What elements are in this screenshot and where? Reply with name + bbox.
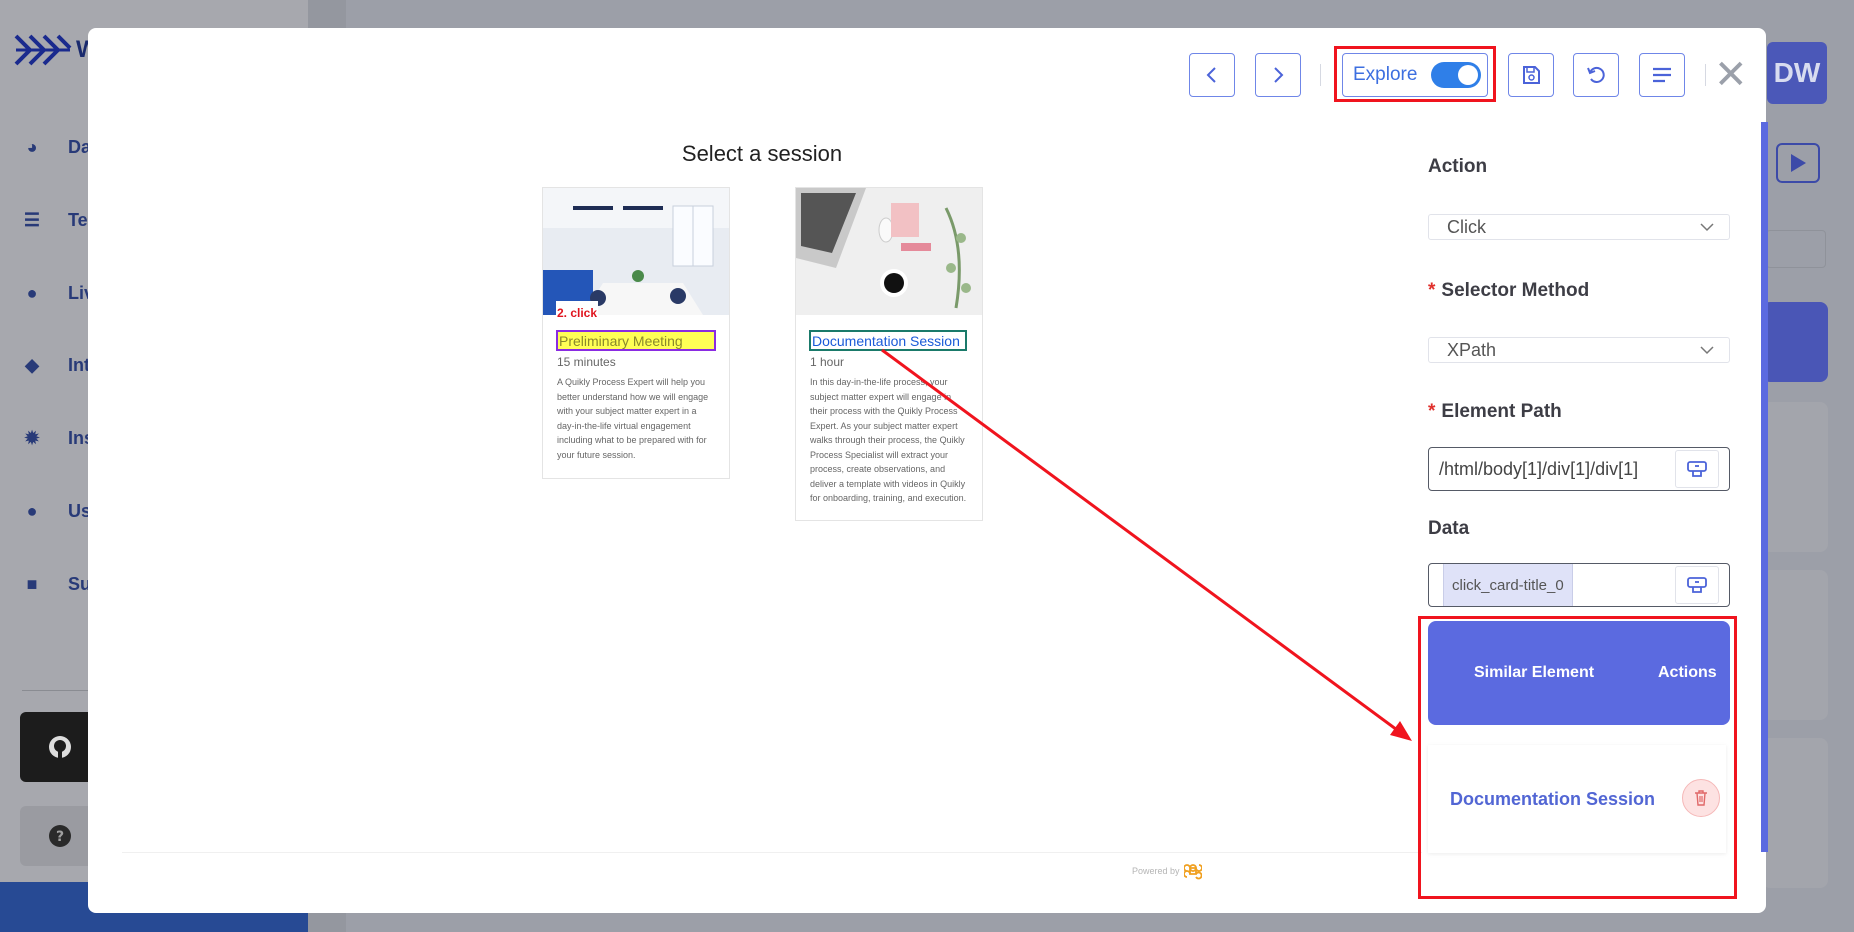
lightbulb-icon: ●	[26, 282, 38, 303]
data-field[interactable]: click_card-title_0	[1428, 563, 1730, 607]
page-title: Select a session	[681, 141, 843, 166]
reset-button[interactable]	[1573, 53, 1619, 97]
chevron-left-icon	[1206, 67, 1216, 83]
help-icon: ?	[49, 825, 71, 847]
desk-laptop-image	[796, 188, 982, 315]
action-label: Action	[1428, 156, 1488, 177]
selector-method-select[interactable]: XPath	[1428, 337, 1730, 363]
selector-method-label: * Selector Method	[1428, 280, 1590, 301]
element-path-value[interactable]: /html/body[1]/div[1]/div[1]	[1429, 459, 1677, 480]
delete-button[interactable]	[1682, 779, 1720, 817]
meeting-room-image	[543, 188, 729, 315]
explore-label: Explore	[1353, 64, 1418, 85]
required-marker: *	[1428, 401, 1436, 422]
data-tag[interactable]: click_card-title_0	[1443, 564, 1573, 606]
card-description: In this day-in-the-life process, your su…	[810, 377, 967, 503]
pick-element-icon	[1687, 461, 1707, 477]
background-card	[1762, 402, 1828, 552]
briefcase-icon: ■	[26, 573, 38, 594]
card-duration: 15 minutes	[557, 355, 616, 369]
element-path-label: * Element Path	[1428, 401, 1562, 422]
cube-icon: ◆	[25, 354, 39, 375]
card-duration: 1 hour	[810, 355, 845, 369]
element-picker-button[interactable]	[1675, 450, 1719, 488]
actions-column: Actions	[1658, 664, 1717, 681]
background-card	[1762, 738, 1828, 888]
similar-element-text: Documentation Session	[1450, 788, 1656, 809]
chevron-down-icon	[1700, 346, 1714, 355]
avatar[interactable]: DW	[1767, 42, 1827, 104]
page-footer-divider	[122, 852, 1422, 853]
card-description: A Quikly Process Expert will help you be…	[557, 377, 709, 460]
close-icon[interactable]: ✕	[1714, 55, 1748, 95]
similar-elements-header: Similar Element Actions	[1428, 621, 1730, 725]
powered-by: Powered by	[1132, 862, 1202, 880]
card-title-documentation[interactable]: Documentation Session	[809, 330, 967, 351]
command-logo-icon	[1183, 864, 1202, 880]
list-icon: ☰	[23, 209, 41, 230]
card-title-preliminary[interactable]: Preliminary Meeting	[556, 330, 716, 351]
sidebar-divider	[22, 690, 92, 691]
align-lines-icon	[1653, 67, 1671, 83]
save-button[interactable]	[1508, 53, 1554, 97]
pick-element-icon	[1687, 577, 1707, 593]
chevron-right-icon	[1274, 67, 1284, 83]
steps-menu-button[interactable]	[1639, 53, 1685, 97]
explore-switch[interactable]	[1431, 62, 1482, 88]
required-marker: *	[1428, 280, 1436, 301]
github-icon	[49, 736, 71, 758]
trash-icon	[1695, 790, 1707, 806]
gear-icon: ✹	[24, 427, 40, 448]
chevron-down-icon	[1700, 223, 1714, 232]
data-picker-button[interactable]	[1675, 566, 1719, 604]
forward-button[interactable]	[1255, 53, 1301, 97]
background-select	[1766, 230, 1826, 268]
switch-knob	[1458, 65, 1479, 85]
back-button[interactable]	[1189, 53, 1235, 97]
click-annotation: 2. click	[556, 301, 598, 325]
play-button[interactable]	[1776, 143, 1820, 183]
scrollbar[interactable]	[1761, 122, 1768, 852]
app-logo-icon	[14, 34, 72, 66]
background-card	[1762, 570, 1828, 720]
element-path-field[interactable]: /html/body[1]/div[1]/div[1]	[1428, 447, 1730, 491]
action-select[interactable]: Click	[1428, 214, 1730, 240]
user-icon: ●	[26, 500, 38, 521]
save-icon	[1523, 66, 1540, 84]
toolbar-divider	[1320, 64, 1321, 86]
background-blue-card	[1762, 302, 1828, 382]
play-icon	[1791, 154, 1806, 172]
toolbar-divider	[1705, 64, 1706, 86]
explore-toggle[interactable]: Explore	[1342, 53, 1488, 97]
similar-element-column: Similar Element	[1474, 664, 1595, 681]
pie-chart-icon: ◕	[26, 136, 38, 157]
similar-element-row: Documentation Session	[1428, 745, 1726, 853]
svg-text:?: ?	[56, 829, 64, 845]
data-label: Data	[1428, 518, 1470, 539]
refresh-icon	[1587, 66, 1605, 83]
